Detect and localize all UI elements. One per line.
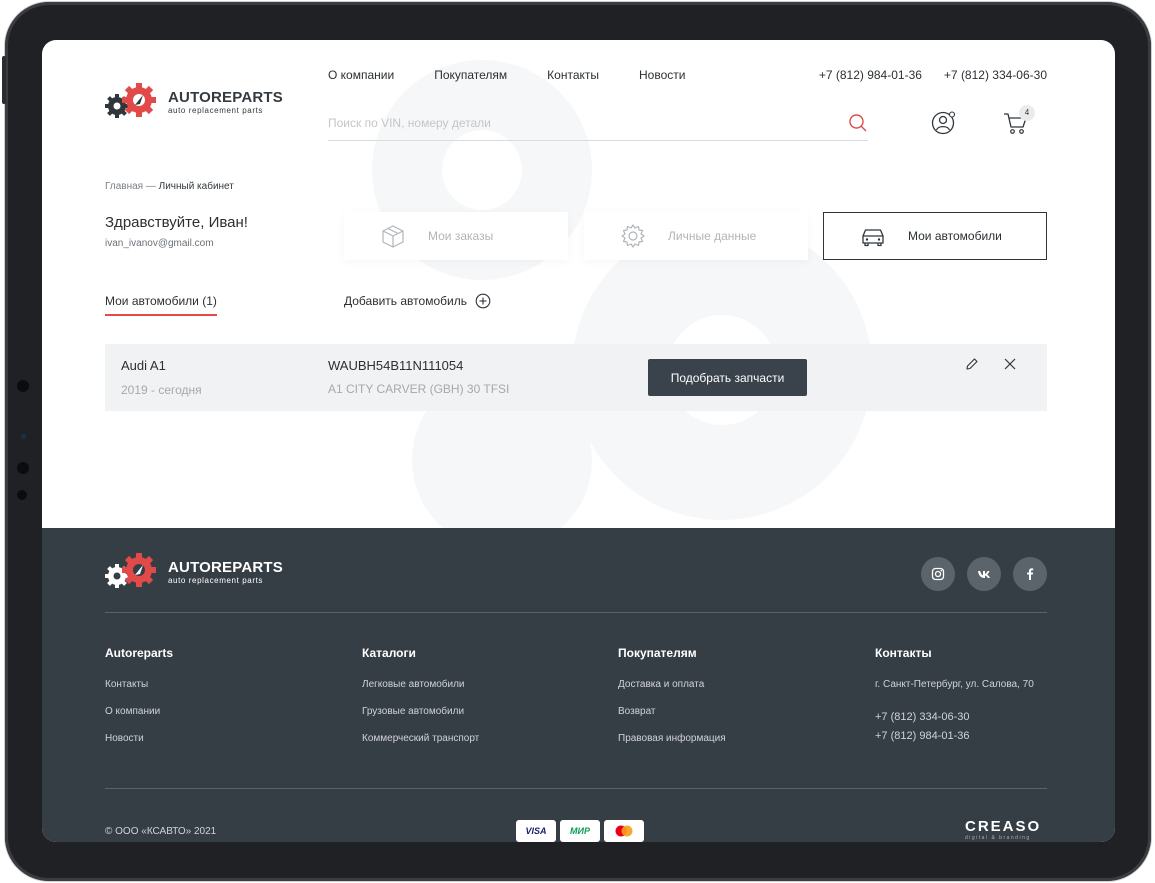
search-icon[interactable] (848, 113, 868, 133)
logo[interactable]: AUTOREPARTS auto replacement parts (104, 82, 283, 122)
phone-link[interactable]: +7 (812) 334-06-30 (944, 68, 1047, 82)
tab-my-cars[interactable]: Мои автомобили (823, 212, 1047, 260)
vk-icon (978, 571, 990, 578)
brand-name: AUTOREPARTS (168, 88, 283, 106)
footer-link-trucks[interactable]: Грузовые автомобили (362, 706, 479, 719)
breadcrumb-separator: — (143, 181, 159, 192)
mastercard-logo (604, 820, 644, 842)
payment-methods: VISA МИР (516, 820, 644, 842)
breadcrumb-current: Личный кабинет (158, 181, 234, 192)
breadcrumb-home[interactable]: Главная (105, 181, 143, 192)
footer-col-buyers: Покупателям Доставка и оплата Возврат Пр… (618, 646, 726, 760)
car-icon (862, 229, 884, 247)
close-icon[interactable] (1003, 357, 1017, 371)
subtab-my-cars[interactable]: Мои автомобили (1) (105, 294, 217, 316)
car-list-item: Audi A1 2019 - сегодня WAUBH54B11N111054… (105, 344, 1047, 411)
footer-link-commercial[interactable]: Коммерческий транспорт (362, 733, 479, 746)
gear-logo-icon (105, 83, 156, 118)
camera-dot (17, 380, 29, 392)
search-bar (328, 108, 868, 141)
gear-logo-icon (105, 553, 156, 588)
breadcrumb: Главная — Личный кабинет (105, 181, 234, 192)
instagram-button[interactable] (921, 557, 955, 591)
footer-divider (105, 788, 1047, 789)
user-email: ivan_ivanov@gmail.com (105, 238, 214, 249)
footer-col-title: Покупателям (618, 646, 697, 660)
footer-link-legal[interactable]: Правовая информация (618, 733, 726, 746)
screen: AUTOREPARTS auto replacement parts О ком… (42, 40, 1115, 842)
footer-col-title: Autoreparts (105, 646, 174, 660)
brand-name: AUTOREPARTS (168, 558, 283, 576)
add-car-button[interactable]: Добавить автомобиль (344, 293, 491, 309)
mastercard-icon (615, 825, 633, 837)
header-phones: +7 (812) 984-01-36 +7 (812) 334-06-30 (819, 68, 1047, 82)
footer-col-title: Каталоги (362, 646, 416, 660)
footer-divider (105, 612, 1047, 613)
visa-logo: VISA (516, 820, 556, 842)
brand-tagline: auto replacement parts (168, 105, 264, 115)
search-input[interactable] (328, 108, 828, 138)
nav-item-buyers[interactable]: Покупателям (434, 68, 507, 82)
instagram-icon (931, 567, 945, 581)
developer-name: CREASO (965, 818, 1042, 835)
nav-item-news[interactable]: Новости (639, 68, 685, 82)
tab-label: Мои автомобили (908, 229, 1002, 243)
pencil-icon[interactable] (965, 357, 979, 371)
footer-phone[interactable]: +7 (812) 334-06-30 (875, 711, 1034, 723)
plus-circle-icon (475, 293, 491, 309)
camera-dot (17, 462, 29, 474)
footer-col-contacts: Контакты г. Санкт-Петербург, ул. Салова,… (875, 646, 1034, 749)
tab-personal-data[interactable]: Личные данные (584, 212, 808, 260)
tab-my-orders[interactable]: Мои заказы (344, 212, 568, 260)
footer-phone[interactable]: +7 (812) 984-01-36 (875, 730, 1034, 742)
gear-icon (621, 224, 645, 248)
facebook-icon (1027, 568, 1034, 580)
tab-label: Мои заказы (428, 229, 494, 243)
copyright: © ООО «КСАВТО» 2021 (105, 826, 217, 837)
sensor-dot (21, 434, 26, 439)
add-car-label: Добавить автомобиль (344, 294, 467, 308)
footer-col-catalogs: Каталоги Легковые автомобили Грузовые ав… (362, 646, 479, 760)
developer-tagline: digital & branding (965, 835, 1031, 841)
footer-logo[interactable]: AUTOREPARTS auto replacement parts (104, 552, 283, 592)
car-modification: A1 CITY CARVER (GBH) 30 TFSI (328, 382, 510, 396)
footer-link-about[interactable]: О компании (105, 706, 173, 719)
footer: AUTOREPARTS auto replacement parts Autor… (42, 528, 1115, 842)
nav-item-about[interactable]: О компании (328, 68, 394, 82)
footer-link-delivery[interactable]: Доставка и оплата (618, 679, 726, 692)
car-vin: WAUBH54B11N111054 (328, 358, 464, 373)
side-button (2, 56, 6, 104)
footer-link-cars[interactable]: Легковые автомобили (362, 679, 479, 692)
brand-tagline: auto replacement parts (168, 575, 264, 585)
footer-link-contacts[interactable]: Контакты (105, 679, 173, 692)
footer-col-autoreparts: Autoreparts Контакты О компании Новости (105, 646, 173, 760)
user-account-icon[interactable] (931, 110, 957, 136)
mir-logo: МИР (560, 820, 600, 842)
developer-logo[interactable]: CREASO digital & branding (965, 818, 1041, 841)
facebook-button[interactable] (1013, 557, 1047, 591)
camera-dot (17, 490, 27, 500)
footer-link-news[interactable]: Новости (105, 733, 173, 746)
cart-count-badge: 4 (1019, 105, 1035, 121)
vk-button[interactable] (967, 557, 1001, 591)
greeting: Здравствуйте, Иван! (105, 214, 248, 231)
top-nav: О компании Покупателям Контакты Новости (328, 68, 685, 82)
footer-col-title: Контакты (875, 646, 932, 660)
nav-item-contacts[interactable]: Контакты (547, 68, 599, 82)
car-years: 2019 - сегодня (121, 383, 202, 397)
pick-parts-button[interactable]: Подобрать запчасти (648, 359, 807, 396)
tab-label: Личные данные (668, 229, 757, 243)
footer-address: г. Санкт-Петербург, ул. Салова, 70 (875, 679, 1034, 690)
car-model: Audi A1 (121, 358, 166, 373)
footer-link-returns[interactable]: Возврат (618, 706, 726, 719)
box-icon (382, 225, 404, 248)
phone-link[interactable]: +7 (812) 984-01-36 (819, 68, 922, 82)
